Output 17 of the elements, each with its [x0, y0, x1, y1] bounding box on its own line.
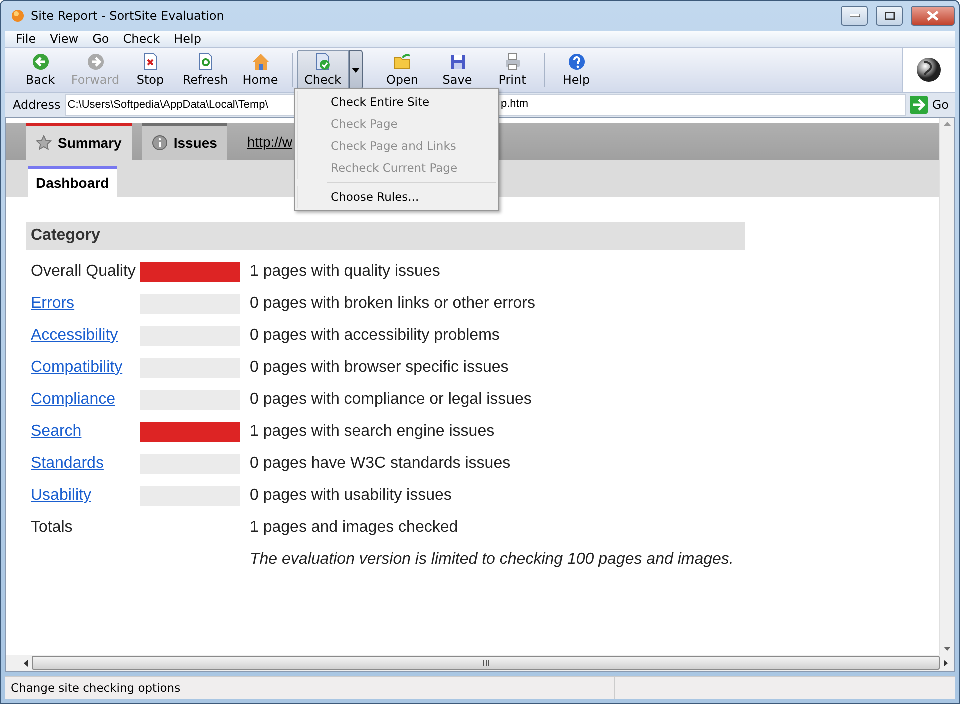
window-title: Site Report - SortSite Evaluation — [31, 9, 226, 23]
category-description: 0 pages with accessibility problems — [250, 327, 500, 345]
category-description: 1 pages with quality issues — [250, 263, 440, 281]
evaluation-note: The evaluation version is limited to checking 100 pages and images. — [250, 551, 734, 569]
category-label: Overall Quality — [30, 263, 137, 281]
status-text: Change site checking options — [5, 677, 615, 699]
address-label: Address — [13, 98, 61, 112]
category-header: Category — [26, 222, 745, 250]
address-text: p.htm — [501, 98, 529, 110]
totals-label: Totals — [30, 519, 74, 537]
category-description: 0 pages with broken links or other errors — [250, 295, 536, 313]
category-description: 0 pages with compliance or legal issues — [250, 391, 532, 409]
category-description: 0 pages with usability issues — [250, 487, 452, 505]
category-description: 0 pages with browser specific issues — [250, 359, 509, 377]
category-description: 1 pages with search engine issues — [250, 423, 495, 441]
totals-description: 1 pages and images checked — [250, 519, 458, 537]
category-description: 0 pages have W3C standards issues — [250, 455, 511, 473]
